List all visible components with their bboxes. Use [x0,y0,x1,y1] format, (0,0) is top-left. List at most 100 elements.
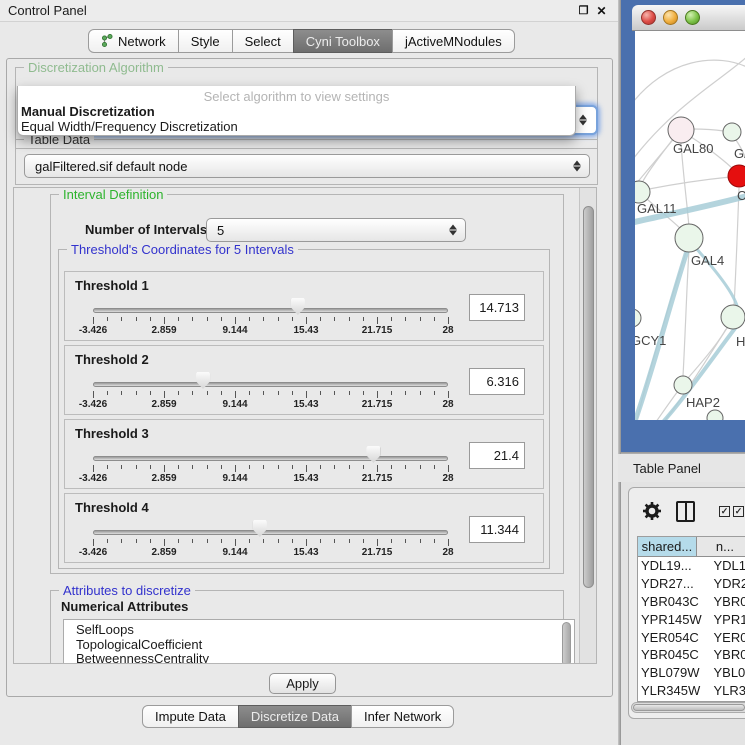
control-panel: Control Panel ❐ ✕ NetworkStyleSelectCyni… [0,0,619,745]
slider-tick-labels: -3.4262.8599.14415.4321.71528 [93,547,448,559]
table-row[interactable]: YER054CYER0 [638,628,745,646]
node-red[interactable] [728,165,745,187]
column-header[interactable]: shared... [638,537,697,556]
table-row[interactable]: YPR145WYPR1 [638,610,745,628]
tick-label: 28 [442,547,453,558]
dropdown-option[interactable]: Manual Discretization [18,104,575,119]
tab-infer-network[interactable]: Infer Network [351,705,454,728]
float-window-icon[interactable]: ❐ [576,3,591,18]
table-cell: YBR043C [638,594,709,609]
table-row[interactable]: YDR27...YDR2 [638,575,745,593]
checked-checkbox-icon[interactable]: ✓ [733,506,744,517]
close-traffic-light-icon[interactable] [641,10,656,25]
tab-impute-data[interactable]: Impute Data [142,705,239,728]
hscroll-thumb[interactable] [633,704,745,711]
threshold-value-field[interactable]: 6.316 [469,368,525,395]
threshold-value-field[interactable]: 11.344 [469,516,525,543]
table-data-combobox[interactable]: galFiltered.sif default node [24,154,590,178]
settings-scrollbar[interactable] [579,188,596,664]
slider-track[interactable] [93,530,448,535]
node-gal4[interactable] [675,224,703,252]
interval-definition-title: Interval Definition [59,187,167,202]
scrollbar-thumb[interactable] [583,206,594,588]
tick-label: 15.43 [293,473,318,484]
table-row[interactable]: YLR345WYLR3 [638,682,745,700]
table-cell: YBL0 [709,665,745,680]
checkbox-icons[interactable]: ✓ ✓ [719,506,744,517]
threshold-label: Threshold 4 [75,500,149,515]
table-cell: YLR345W [638,683,709,698]
table-cell: YBR0 [709,647,745,662]
tab-label: Style [191,34,220,49]
tab-cyni-toolbox[interactable]: Cyni Toolbox [293,29,393,53]
node-h[interactable] [721,305,745,329]
table-cell: YDL1 [709,558,745,573]
node-table: shared...n... YDL19...YDL1YDR27...YDR2YB… [637,536,745,702]
column-header[interactable]: n... [697,537,745,556]
table-row[interactable]: YDL19...YDL1 [638,557,745,575]
node-top-right[interactable] [723,123,741,141]
app-window: Control Panel ❐ ✕ NetworkStyleSelectCyni… [0,0,745,745]
discretization-algorithm-title: Discretization Algorithm [24,60,168,75]
slider-tick-labels: -3.4262.8599.14415.4321.71528 [93,473,448,485]
node-bottom-partial[interactable] [707,410,723,420]
numerical-attributes-list[interactable]: SelfLoopsTopologicalCoefficientBetweenne… [63,619,575,664]
table-row[interactable]: YBR045CYBR0 [638,646,745,664]
threshold-value-field[interactable]: 14.713 [469,294,525,321]
tick-label: 2.859 [151,399,176,410]
table-panel-title: Table Panel [633,461,701,476]
network-window-titlebar [632,5,745,31]
checked-checkbox-icon[interactable]: ✓ [719,506,730,517]
threshold-value-field[interactable]: 21.4 [469,442,525,469]
slider-track[interactable] [93,308,448,313]
table-panel-titlebar: Table Panel [618,454,745,482]
slider-track[interactable] [93,382,448,387]
node-label-gcy1: GCY1 [635,333,666,348]
attribute-list-item[interactable]: SelfLoops [64,620,574,638]
number-of-intervals-spinner[interactable]: 5 [206,218,466,242]
table-row[interactable]: YBL079WYBL0 [638,664,745,682]
tab-jactivemnodules[interactable]: jActiveMNodules [392,29,515,53]
threshold-block: Threshold 2-3.4262.8599.14415.4321.71528… [64,345,544,415]
table-horizontal-scrollbar[interactable] [631,702,745,713]
thresholds-group: Threshold's Coordinates for 5 Intervals … [58,249,550,569]
dropdown-option[interactable]: Equal Width/Frequency Discretization [18,119,575,134]
apply-button[interactable]: Apply [269,673,336,694]
tab-network[interactable]: Network [88,29,179,53]
network-canvas[interactable]: GAL80 GA C GAL11 GAL4 GCY1 H HAP2 [635,31,745,420]
node-gal80[interactable] [668,117,694,143]
network-icon [101,34,113,48]
node-gcy1[interactable] [635,309,641,327]
zoom-traffic-light-icon[interactable] [685,10,700,25]
column-layout-icon[interactable] [676,501,695,522]
attribute-list-item[interactable]: BetweennessCentrality [64,652,574,664]
threshold-block: Threshold 4 -3.4262.8599.14415.4321.71528… [64,493,544,563]
tab-select[interactable]: Select [232,29,294,53]
table-cell: YLR3 [709,683,745,698]
slider-tick-labels: -3.4262.8599.14415.4321.71528 [93,399,448,411]
combo-arrows-icon [579,115,587,126]
tab-discretize-data[interactable]: Discretize Data [238,705,352,728]
tick-label: 9.144 [222,325,247,336]
node-label-gal11: GAL11 [637,201,677,216]
attribute-list-item[interactable]: TopologicalCoefficient [64,638,574,653]
slider-track[interactable] [93,456,448,461]
node-label-c: C [737,188,745,203]
minimize-traffic-light-icon[interactable] [663,10,678,25]
tab-label: Impute Data [155,709,226,724]
table-row[interactable]: YBR043CYBR0 [638,593,745,611]
tick-label: -3.426 [79,547,107,558]
tab-style[interactable]: Style [178,29,233,53]
tab-label: Select [245,34,281,49]
network-window: GAL80 GA C GAL11 GAL4 GCY1 H HAP2 [621,0,745,452]
close-icon[interactable]: ✕ [594,3,609,18]
list-scrollbar[interactable] [562,622,571,664]
tick-label: 2.859 [151,325,176,336]
table-cell: YER0 [709,630,745,645]
combo-arrows-icon [573,161,581,172]
gear-icon[interactable] [642,501,662,521]
cyni-toolbox-panel: Discretization Algorithm Select algorith… [6,58,613,697]
network-graph: GAL80 GA C GAL11 GAL4 GCY1 H HAP2 [635,31,745,420]
tick-label: 28 [442,399,453,410]
node-hap2[interactable] [674,376,692,394]
